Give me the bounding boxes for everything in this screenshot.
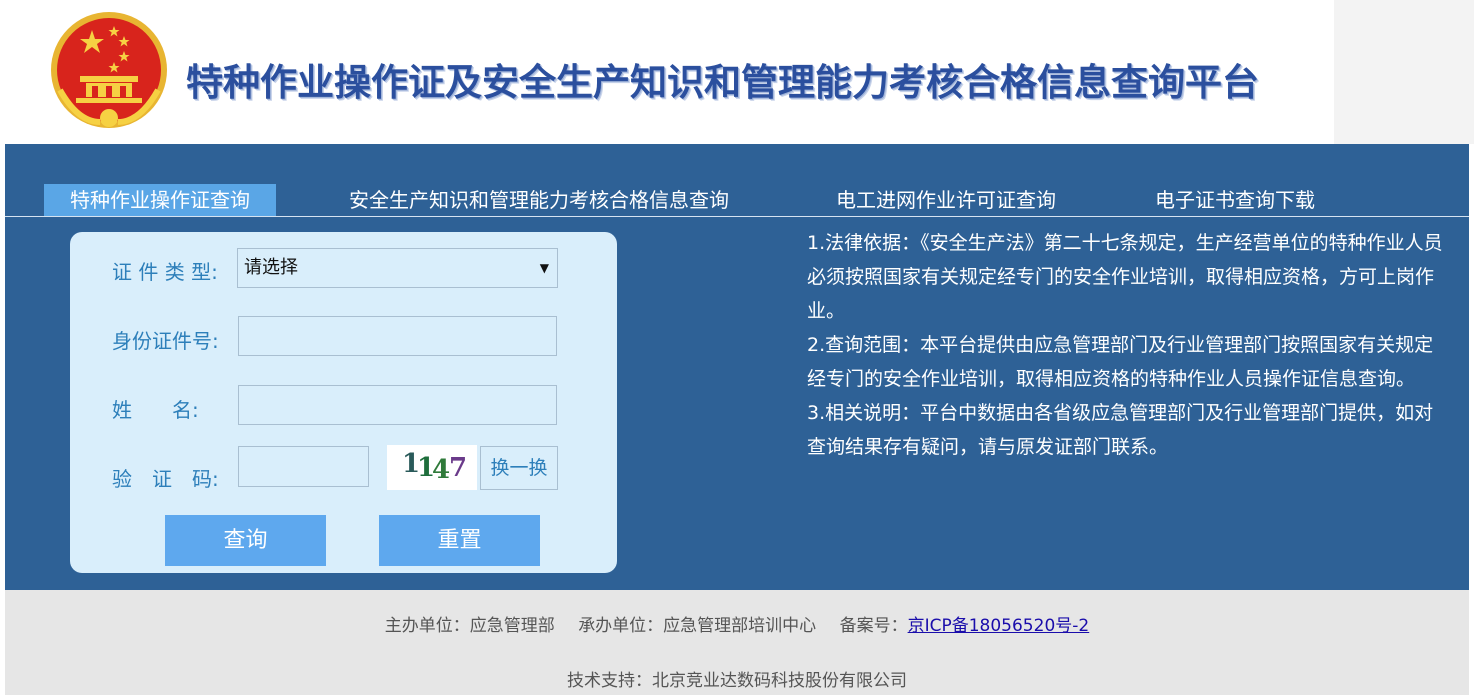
footer-record-label: 备案号： [839,616,908,636]
captcha-char-3: 4 [432,455,451,485]
info-related-notes: 3.相关说明：平台中数据由各省级应急管理部门及行业管理部门提供，如对查询结果存有… [807,402,1434,458]
header-side-panel [1334,0,1474,144]
id-number-label: 身份证件号: [112,329,219,353]
tab-safety-knowledge-exam[interactable]: 安全生产知识和管理能力考核合格信息查询 [349,184,729,217]
tab-electrician-permit[interactable]: 电工进网作业许可证查询 [836,184,1056,217]
tab-e-certificate-download[interactable]: 电子证书查询下载 [1155,184,1315,217]
footer-line-1: 主办单位：应急管理部 承办单位：应急管理部培训中心 备案号：京ICP备18056… [5,611,1469,636]
chevron-down-icon: ▼ [539,261,549,275]
tabs-divider [5,216,1469,217]
info-notes: 1.法律依据：《安全生产法》第二十七条规定，生产经营单位的特种作业人员必须按照国… [807,226,1447,464]
info-query-scope: 2.查询范围：本平台提供由应急管理部门及行业管理部门按照国家有关规定经专门的安全… [807,334,1434,390]
cert-type-selected-value: 请选择 [244,257,298,278]
info-legal-basis: 1.法律依据：《安全生产法》第二十七条规定，生产经营单位的特种作业人员必须按照国… [807,232,1443,322]
footer-tech-support: 技术支持：北京竞业达数码科技股份有限公司 [567,671,907,691]
header: 特种作业操作证及安全生产知识和管理能力考核合格信息查询平台 [0,0,1474,144]
captcha-label: 验 证 码: [112,467,219,491]
refresh-captcha-button[interactable]: 换一换 [480,446,558,490]
footer-record: 备案号：京ICP备18056520号-2 [840,616,1090,636]
footer-host: 主办单位：应急管理部 [384,616,555,636]
icp-record-link[interactable]: 京ICP备18056520号-2 [908,616,1090,636]
captcha-image[interactable]: 1 1 4 7 [387,445,477,490]
main-panel: 特种作业操作证查询 安全生产知识和管理能力考核合格信息查询 电工进网作业许可证查… [5,144,1469,590]
cert-type-select[interactable]: 请选择 ▼ [237,248,558,288]
query-form: 证 件 类 型: 请选择 ▼ 身份证件号: 姓 名: 验 证 码: 1 1 4 … [70,232,617,573]
captcha-input[interactable] [238,446,369,487]
id-number-input[interactable] [238,316,557,356]
national-emblem-icon [51,12,167,128]
reset-button[interactable]: 重置 [379,515,540,566]
captcha-char-4: 7 [449,453,468,483]
tab-special-operation-cert[interactable]: 特种作业操作证查询 [44,184,276,217]
site-title: 特种作业操作证及安全生产知识和管理能力考核合格信息查询平台 [186,61,1259,104]
query-button[interactable]: 查询 [165,515,326,566]
name-input[interactable] [238,385,557,425]
cert-type-label: 证 件 类 型: [112,260,218,284]
name-label: 姓 名: [112,398,199,422]
footer: 主办单位：应急管理部 承办单位：应急管理部培训中心 备案号：京ICP备18056… [5,590,1469,695]
footer-organizer: 承办单位：应急管理部培训中心 [578,616,817,636]
